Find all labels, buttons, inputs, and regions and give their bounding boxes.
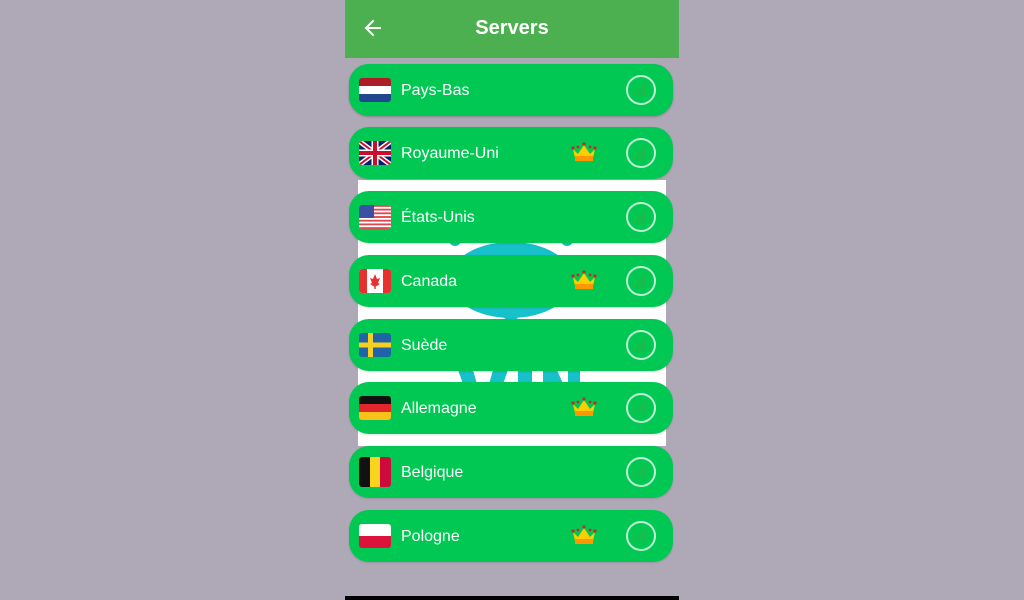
server-name: États-Unis: [401, 209, 475, 226]
server-select-radio[interactable]: [626, 330, 656, 360]
server-select-radio[interactable]: [626, 138, 656, 168]
flag-canada-icon: [359, 269, 391, 293]
premium-crown-icon: [571, 270, 597, 289]
server-item-netherlands[interactable]: Pays-Bas: [349, 64, 673, 116]
premium-crown-icon: [571, 142, 597, 161]
server-select-radio[interactable]: [626, 266, 656, 296]
page-title: Servers: [475, 17, 549, 39]
server-item-canada[interactable]: Canada: [349, 255, 673, 307]
signal-bars-icon: [634, 464, 646, 478]
flag-sweden-icon: [359, 333, 391, 357]
signal-bars-icon: [634, 209, 646, 223]
server-name: Belgique: [401, 464, 464, 481]
premium-crown-icon: [571, 525, 597, 544]
signal-bars-icon: [634, 400, 646, 414]
server-item-belgium[interactable]: Belgique: [349, 446, 673, 498]
flag-belgium-icon: [359, 457, 391, 487]
signal-bars-icon: [634, 337, 646, 351]
system-nav-bar: [345, 596, 679, 600]
server-name: Suède: [401, 337, 448, 354]
signal-bars-icon: [634, 145, 646, 159]
server-select-radio[interactable]: [626, 393, 656, 423]
signal-bars-icon: [634, 273, 646, 287]
flag-netherlands-icon: [359, 78, 391, 102]
server-select-radio[interactable]: [626, 75, 656, 105]
server-item-united-kingdom[interactable]: Royaume-Uni: [349, 127, 673, 179]
server-name: Pays-Bas: [401, 82, 470, 99]
flag-poland-icon: [359, 524, 391, 548]
app-header: Servers: [345, 0, 679, 58]
premium-crown-icon: [571, 397, 597, 416]
server-item-poland[interactable]: Pologne: [349, 510, 673, 562]
server-name: Allemagne: [401, 400, 477, 417]
flag-germany-icon: [359, 396, 391, 420]
server-name: Royaume-Uni: [401, 145, 499, 162]
server-select-radio[interactable]: [626, 457, 656, 487]
flag-united-kingdom-icon: [359, 141, 391, 165]
signal-bars-icon: [634, 528, 646, 542]
server-item-germany[interactable]: Allemagne: [349, 382, 673, 434]
server-name: Pologne: [401, 528, 460, 545]
server-item-sweden[interactable]: Suède: [349, 319, 673, 371]
signal-bars-icon: [634, 82, 646, 96]
server-item-united-states[interactable]: États-Unis: [349, 191, 673, 243]
server-select-radio[interactable]: [626, 202, 656, 232]
server-select-radio[interactable]: [626, 521, 656, 551]
servers-screen: Servers Select Fastest Server Pa: [345, 0, 679, 600]
flag-united-states-icon: [359, 205, 391, 229]
server-name: Canada: [401, 273, 458, 290]
